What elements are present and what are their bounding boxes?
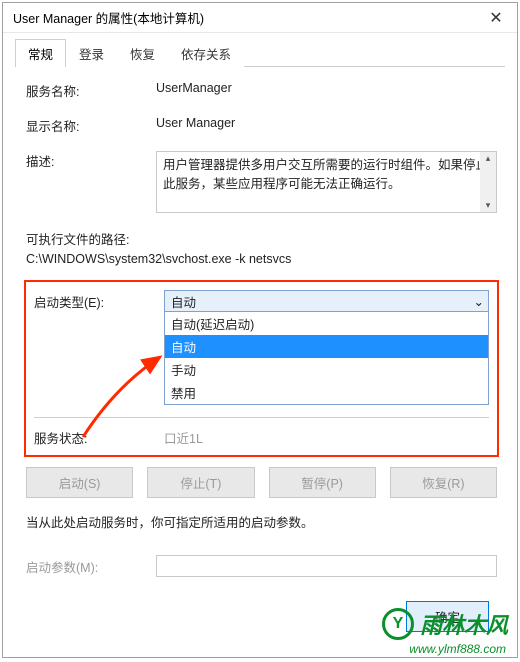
chevron-down-icon: ⌄ [474, 294, 484, 309]
startup-type-dropdown: 自动(延迟启动) 自动 手动 禁用 [164, 311, 489, 405]
description-scrollbar[interactable]: ▴ ▾ [480, 152, 496, 212]
label-service-status: 服务状态: [34, 428, 164, 447]
row-display-name: 显示名称: User Manager [26, 116, 497, 135]
row-start-params: 启动参数(M): [26, 555, 497, 577]
service-control-buttons: 启动(S) 停止(T) 暂停(P) 恢复(R) [26, 467, 497, 498]
label-service-name: 服务名称: [26, 81, 156, 100]
scroll-up-icon: ▴ [486, 152, 491, 166]
divider [34, 417, 489, 418]
start-params-hint: 当从此处启动服务时，你可指定所适用的启动参数。 [26, 512, 497, 531]
startup-type-select[interactable]: 自动 ⌄ [164, 290, 489, 312]
tab-logon[interactable]: 登录 [66, 39, 117, 67]
option-auto[interactable]: 自动 [165, 335, 488, 358]
label-display-name: 显示名称: [26, 116, 156, 135]
stop-button[interactable]: 停止(T) [147, 467, 254, 498]
panel-general: 服务名称: UserManager 显示名称: User Manager 描述:… [15, 67, 505, 650]
start-button[interactable]: 启动(S) [26, 467, 133, 498]
tab-strip: 常规 登录 恢复 依存关系 [15, 41, 505, 67]
startup-type-current: 自动 [171, 292, 196, 311]
properties-dialog: User Manager 的属性(本地计算机) ✕ 常规 登录 恢复 依存关系 … [2, 2, 518, 658]
option-manual[interactable]: 手动 [165, 358, 488, 381]
watermark-logo-icon: Y [382, 608, 414, 640]
tab-recovery[interactable]: 恢复 [117, 39, 168, 67]
row-service-name: 服务名称: UserManager [26, 81, 497, 100]
label-description: 描述: [26, 151, 156, 170]
tab-general[interactable]: 常规 [15, 39, 66, 67]
description-textbox[interactable]: 用户管理器提供多用户交互所需要的运行时组件。如果停止此服务，某些应用程序可能无法… [156, 151, 497, 213]
dialog-content: 常规 登录 恢复 依存关系 服务名称: UserManager 显示名称: Us… [3, 33, 517, 662]
close-button[interactable]: ✕ [475, 3, 517, 32]
pause-button[interactable]: 暂停(P) [269, 467, 376, 498]
titlebar: User Manager 的属性(本地计算机) ✕ [3, 3, 517, 33]
row-description: 描述: 用户管理器提供多用户交互所需要的运行时组件。如果停止此服务，某些应用程序… [26, 151, 497, 213]
row-startup-type: 启动类型(E): 自动 ⌄ [34, 290, 489, 312]
label-startup-type: 启动类型(E): [34, 292, 164, 311]
watermark-brand: 雨林木风 [420, 608, 508, 640]
close-icon: ✕ [489, 8, 502, 28]
label-exec-path: 可执行文件的路径: [26, 229, 497, 248]
value-service-name: UserManager [156, 81, 497, 95]
annotation-highlight-box: 启动类型(E): 自动 ⌄ 自动(延迟启动) 自动 手动 禁用 服务状态: 口近… [24, 280, 499, 457]
watermark: Y 雨林木风 [382, 608, 508, 640]
scroll-down-icon: ▾ [486, 199, 491, 213]
window-title: User Manager 的属性(本地计算机) [13, 8, 204, 27]
value-exec-path: C:\WINDOWS\system32\svchost.exe -k netsv… [26, 252, 497, 266]
label-start-params: 启动参数(M): [26, 557, 156, 576]
option-auto-delayed[interactable]: 自动(延迟启动) [165, 312, 488, 335]
value-display-name: User Manager [156, 116, 497, 130]
description-text: 用户管理器提供多用户交互所需要的运行时组件。如果停止此服务，某些应用程序可能无法… [163, 158, 488, 191]
option-disabled[interactable]: 禁用 [165, 381, 488, 404]
row-service-status: 服务状态: 口近1L [34, 428, 489, 447]
start-params-input[interactable] [156, 555, 497, 577]
resume-button[interactable]: 恢复(R) [390, 467, 497, 498]
watermark-url: www.ylmf888.com [409, 642, 506, 656]
value-service-status: 口近1L [164, 428, 489, 447]
tab-dependencies[interactable]: 依存关系 [168, 39, 244, 67]
